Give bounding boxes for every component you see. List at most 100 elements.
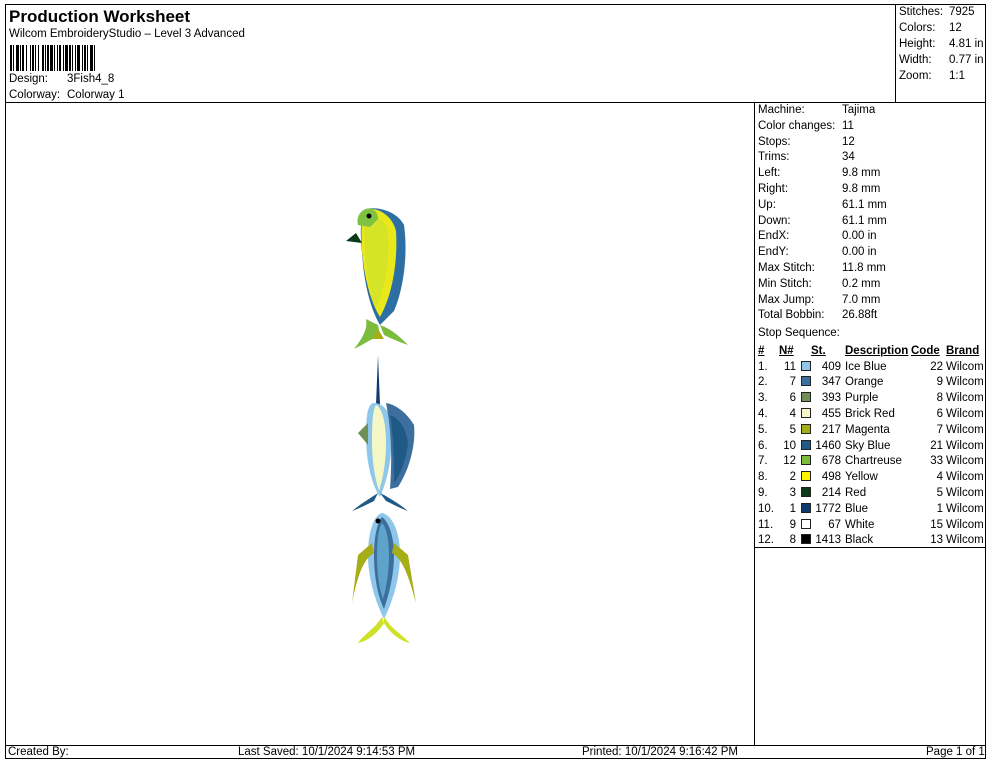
thread-brand: Wilcom bbox=[946, 439, 984, 452]
stop-index: 3. bbox=[758, 392, 768, 405]
thread-description: Purple bbox=[845, 392, 879, 405]
info-label: Down: bbox=[758, 214, 791, 227]
color-swatch bbox=[801, 502, 811, 513]
stop-sequence-row: 7. 12 678 Chartreuse 33 Wilcom bbox=[755, 454, 985, 470]
thread-code: 6 bbox=[936, 408, 943, 421]
info-value: 61.1 mm bbox=[842, 214, 887, 227]
color-swatch bbox=[801, 471, 811, 482]
thread-code: 7 bbox=[936, 423, 943, 436]
info-label: Min Stitch: bbox=[758, 277, 812, 290]
col-header-needle: N# bbox=[779, 344, 794, 357]
thread-description: Red bbox=[845, 487, 867, 500]
thread-brand: Wilcom bbox=[946, 471, 984, 484]
stop-index: 8. bbox=[758, 471, 768, 484]
col-header-code: Code bbox=[911, 344, 940, 357]
needle-number: 4 bbox=[789, 408, 796, 421]
height-row: Height: 4.81 in bbox=[899, 38, 984, 50]
color-swatch bbox=[801, 376, 811, 387]
worksheet-header: Production Worksheet Wilcom EmbroiderySt… bbox=[6, 5, 895, 103]
page-number: Page 1 of 1 bbox=[926, 746, 985, 758]
thread-code: 4 bbox=[936, 471, 943, 484]
stop-index: 10. bbox=[758, 502, 774, 515]
info-label: EndX: bbox=[758, 230, 790, 243]
last-saved: Last Saved: 10/1/2024 9:14:53 PM bbox=[238, 746, 416, 758]
thread-brand: Wilcom bbox=[946, 455, 984, 468]
worksheet-title: Production Worksheet bbox=[9, 7, 191, 26]
col-header-brand: Brand bbox=[946, 344, 980, 357]
needle-number: 6 bbox=[789, 392, 796, 405]
color-swatch bbox=[801, 408, 811, 419]
colorway-row: Colorway: Colorway 1 bbox=[9, 89, 125, 101]
needle-number: 1 bbox=[789, 502, 796, 515]
info-label: Left: bbox=[758, 167, 781, 180]
stop-sequence-header: # N# St. Description Code Brand bbox=[755, 343, 985, 359]
info-row: Color changes: 11 bbox=[758, 120, 854, 132]
info-row: Max Jump: 7.0 mm bbox=[758, 294, 880, 306]
thread-code: 5 bbox=[936, 487, 943, 500]
thread-brand: Wilcom bbox=[946, 502, 984, 515]
color-swatch bbox=[801, 487, 811, 498]
info-row: Left: 9.8 mm bbox=[758, 167, 880, 179]
info-value: 9.8 mm bbox=[842, 183, 881, 195]
needle-number: 10 bbox=[783, 439, 796, 452]
stop-sequence-row: 3. 6 393 Purple 8 Wilcom bbox=[755, 390, 985, 406]
col-header-description: Description bbox=[845, 344, 909, 357]
stop-index: 11. bbox=[758, 518, 774, 531]
stitch-count: 678 bbox=[821, 455, 841, 468]
stop-sequence-row: 10. 1 1772 Blue 1 Wilcom bbox=[755, 501, 985, 517]
stitch-count: 498 bbox=[821, 471, 841, 484]
color-swatch bbox=[801, 455, 811, 466]
thread-code: 8 bbox=[936, 392, 943, 405]
thread-code: 15 bbox=[930, 518, 943, 531]
height-value: 4.81 in bbox=[949, 38, 984, 50]
needle-number: 9 bbox=[789, 518, 796, 531]
info-label: Trims: bbox=[758, 151, 790, 164]
info-row: Machine: Tajima bbox=[758, 104, 875, 116]
stop-index: 4. bbox=[758, 408, 768, 421]
info-value: 61.1 mm bbox=[842, 198, 887, 211]
stop-index: 1. bbox=[758, 360, 768, 373]
stitch-count: 67 bbox=[828, 518, 841, 531]
thread-brand: Wilcom bbox=[946, 360, 984, 373]
stitch-info-panel: Machine: Tajima Color changes: 11 Stops: 12 Tr… bbox=[754, 103, 986, 745]
color-swatch bbox=[801, 534, 811, 545]
stop-sequence-row: 2. 7 347 Orange 9 Wilcom bbox=[755, 375, 985, 391]
info-label: EndY: bbox=[758, 246, 789, 259]
info-label: Right: bbox=[758, 183, 789, 195]
stitches-label: Stitches: bbox=[899, 6, 944, 18]
info-row: Max Stitch: 11.8 mm bbox=[758, 262, 886, 274]
stop-sequence-row: 1. 11 409 Ice Blue 22 Wilcom bbox=[755, 359, 985, 375]
color-swatch bbox=[801, 423, 811, 434]
needle-number: 3 bbox=[789, 487, 796, 500]
stop-sequence-row: 11. 9 67 White 15 Wilcom bbox=[755, 517, 985, 533]
design-preview bbox=[6, 103, 754, 745]
design-label: Design: bbox=[9, 73, 48, 85]
stop-sequence-row: 9. 3 214 Red 5 Wilcom bbox=[755, 485, 985, 501]
info-value: 11.8 mm bbox=[842, 262, 886, 274]
height-label: Height: bbox=[899, 38, 936, 50]
info-row: EndX: 0.00 in bbox=[758, 230, 877, 242]
sailfish-fish bbox=[352, 355, 415, 511]
stitch-count: 214 bbox=[821, 487, 841, 500]
info-label: Stops: bbox=[758, 135, 791, 148]
thread-code: 21 bbox=[930, 439, 943, 452]
width-label: Width: bbox=[899, 54, 932, 66]
printed-date: Printed: 10/1/2024 9:16:42 PM bbox=[582, 746, 738, 758]
thread-code: 9 bbox=[936, 376, 943, 389]
worksheet-footer: Created By: Last Saved: 10/1/2024 9:14:5… bbox=[6, 745, 986, 759]
stop-sequence-row: 4. 4 455 Brick Red 6 Wilcom bbox=[755, 406, 985, 422]
stop-index: 7. bbox=[758, 455, 768, 468]
thread-description: Brick Red bbox=[845, 408, 895, 421]
stitches-value: 7925 bbox=[949, 6, 975, 18]
needle-number: 8 bbox=[789, 534, 796, 547]
needle-number: 12 bbox=[783, 455, 796, 468]
machine-info-section: Machine: Tajima Color changes: 11 Stops: 12 Tr… bbox=[755, 103, 986, 548]
stop-index: 9. bbox=[758, 487, 768, 500]
info-label: Color changes: bbox=[758, 119, 836, 132]
col-header-stitches: St. bbox=[811, 344, 826, 357]
stitch-count: 1413 bbox=[815, 534, 841, 547]
thread-brand: Wilcom bbox=[946, 487, 984, 500]
info-row: Right: 9.8 mm bbox=[758, 183, 880, 195]
created-by: Created By: bbox=[8, 746, 69, 758]
thread-brand: Wilcom bbox=[946, 376, 984, 389]
